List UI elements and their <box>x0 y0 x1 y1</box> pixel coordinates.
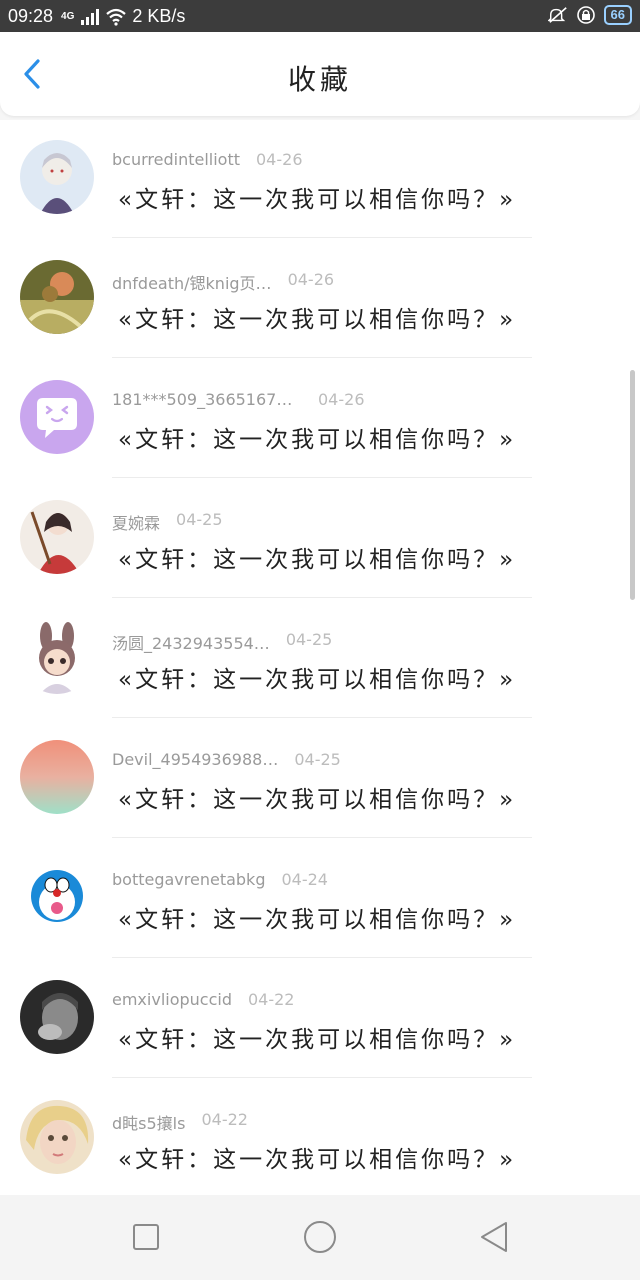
username[interactable]: 181***509_3665167627 <box>112 390 302 409</box>
list-item[interactable]: emxivliopuccid 04-22 «文轩：这一次我可以相信你吗？» <box>0 960 640 1080</box>
list-item[interactable]: 夏婉霖 04-25 «文轩：这一次我可以相信你吗？» <box>0 480 640 600</box>
username[interactable]: Devil_4954936988… <box>112 750 278 769</box>
battery-indicator: 66 <box>603 5 632 25</box>
avatar[interactable] <box>20 380 94 454</box>
signal-icon <box>81 8 100 25</box>
status-left: 09:28 4G 2 KB/s <box>8 6 185 27</box>
username[interactable]: bcurredintelliott <box>112 150 240 169</box>
date: 04-22 <box>247 990 295 1009</box>
app-header: 收藏 <box>0 32 640 116</box>
back-nav-button[interactable] <box>476 1219 512 1255</box>
divider <box>112 837 532 838</box>
home-button[interactable] <box>302 1219 338 1255</box>
divider <box>112 717 532 718</box>
divider <box>112 237 532 238</box>
divider <box>112 357 532 358</box>
message-text: «文轩：这一次我可以相信你吗？» <box>118 427 517 453</box>
date: 04-25 <box>285 630 333 649</box>
network-type: 4G <box>61 11 75 22</box>
item-meta: Devil_4954936988… 04-25 <box>112 750 341 772</box>
lock-icon <box>576 6 595 24</box>
message-text: «文轩：这一次我可以相信你吗？» <box>118 1147 517 1173</box>
list-item[interactable]: 181***509_3665167627 04-26 «文轩：这一次我可以相信你吗… <box>0 360 640 480</box>
triangle-back-icon <box>481 1222 507 1252</box>
blonde-girl-avatar <box>20 1100 94 1174</box>
avatar[interactable] <box>20 620 94 694</box>
item-meta: bcurredintelliott 04-26 <box>112 150 303 172</box>
system-nav-bar <box>0 1195 640 1280</box>
message-text: «文轩：这一次我可以相信你吗？» <box>118 1027 517 1053</box>
divider <box>112 1077 532 1078</box>
gradient-avatar <box>20 740 94 814</box>
scrollbar[interactable] <box>630 370 635 600</box>
item-meta: emxivliopuccid 04-22 <box>112 990 294 1012</box>
chat-bubble-avatar <box>20 380 94 454</box>
item-meta: d盹s5攘ls 04-22 <box>112 1110 248 1134</box>
avatar[interactable] <box>20 980 94 1054</box>
avatar[interactable] <box>20 260 94 334</box>
username[interactable]: dnfdeath/锶knig页… <box>112 270 272 294</box>
bunny-character-avatar <box>20 620 94 694</box>
avatar[interactable] <box>20 500 94 574</box>
list-item[interactable]: bcurredintelliott 04-26 «文轩：这一次我可以相信你吗？» <box>0 120 640 240</box>
message-text: «文轩：这一次我可以相信你吗？» <box>118 307 517 333</box>
item-meta: 汤圆_2432943554… 04-25 <box>112 630 333 654</box>
item-meta: 夏婉霖 04-25 <box>112 510 223 534</box>
circle-icon <box>304 1221 336 1253</box>
message-text: «文轩：这一次我可以相信你吗？» <box>118 187 517 213</box>
mute-icon <box>547 7 567 23</box>
list-item[interactable]: Devil_4954936988… 04-25 «文轩：这一次我可以相信你吗？» <box>0 720 640 840</box>
divider <box>112 597 532 598</box>
date: 04-24 <box>281 870 328 889</box>
message-text: «文轩：这一次我可以相信你吗？» <box>118 547 517 573</box>
item-meta: 181***509_3665167627 04-26 <box>112 390 365 412</box>
list-item[interactable]: d盹s5攘ls 04-22 «文轩：这一次我可以相信你吗？» <box>0 1080 640 1195</box>
square-icon <box>133 1224 159 1250</box>
username[interactable]: 夏婉霖 <box>112 510 160 534</box>
list-item[interactable]: 汤圆_2432943554… 04-25 «文轩：这一次我可以相信你吗？» <box>0 600 640 720</box>
message-text: «文轩：这一次我可以相信你吗？» <box>118 787 517 813</box>
flower-photo-avatar <box>20 260 94 334</box>
doraemon-avatar <box>20 860 94 934</box>
date: 04-26 <box>287 270 335 289</box>
status-time: 09:28 <box>8 6 54 26</box>
anime-character-avatar <box>20 140 94 214</box>
item-meta: bottegavrenetabkg 04-24 <box>112 870 328 892</box>
message-text: «文轩：这一次我可以相信你吗？» <box>118 667 517 693</box>
date: 04-25 <box>176 510 223 529</box>
date: 04-26 <box>318 390 365 409</box>
list-item[interactable]: bottegavrenetabkg 04-24 «文轩：这一次我可以相信你吗？» <box>0 840 640 960</box>
username[interactable]: 汤圆_2432943554… <box>112 630 270 654</box>
illustrated-girl-avatar <box>20 500 94 574</box>
divider <box>112 477 532 478</box>
username[interactable]: emxivliopuccid <box>112 990 232 1009</box>
avatar[interactable] <box>20 140 94 214</box>
network-speed: 2 KB/s <box>132 6 186 26</box>
man-photo-avatar <box>20 980 94 1054</box>
date: 04-26 <box>256 150 303 169</box>
status-right: 66 <box>547 5 632 25</box>
avatar[interactable] <box>20 740 94 814</box>
date: 04-22 <box>201 1110 248 1129</box>
status-bar: 09:28 4G 2 KB/s 66 <box>0 0 640 32</box>
favorites-list[interactable]: bcurredintelliott 04-26 «文轩：这一次我可以相信你吗？» … <box>0 120 640 1195</box>
item-meta: dnfdeath/锶knig页… 04-26 <box>112 270 335 294</box>
username[interactable]: d盹s5攘ls <box>112 1110 185 1134</box>
avatar[interactable] <box>20 860 94 934</box>
wifi-icon <box>106 8 127 26</box>
message-text: «文轩：这一次我可以相信你吗？» <box>118 907 517 933</box>
divider <box>112 957 532 958</box>
recents-button[interactable] <box>128 1219 164 1255</box>
list-item[interactable]: dnfdeath/锶knig页… 04-26 «文轩：这一次我可以相信你吗？» <box>0 240 640 360</box>
avatar[interactable] <box>20 1100 94 1174</box>
username[interactable]: bottegavrenetabkg <box>112 870 265 889</box>
date: 04-25 <box>294 750 341 769</box>
page-title: 收藏 <box>287 63 352 96</box>
